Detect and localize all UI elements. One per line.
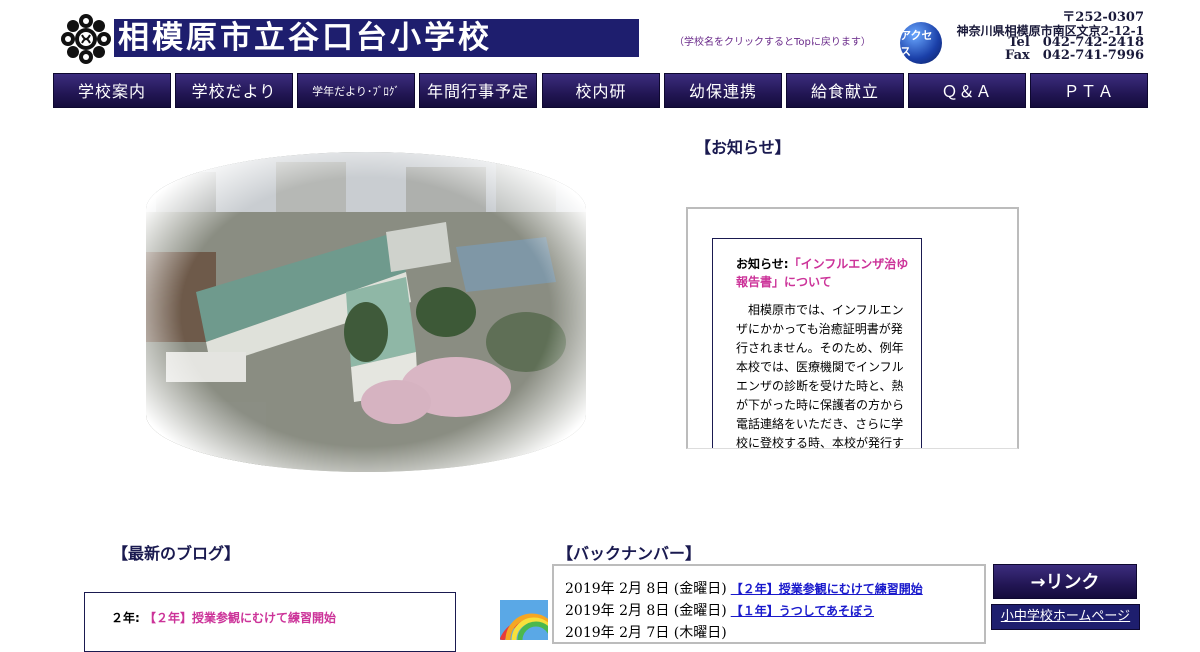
news-card: お知らせ:「インフルエンザ治ゆ報告書」について 相模原市では、インフルエンザにか… <box>712 238 922 449</box>
school-homepage-link[interactable]: 小中学校ホームページ <box>991 604 1140 630</box>
nav-lunch-menu[interactable]: 給食献立 <box>786 73 904 108</box>
rainbow-icon <box>499 600 561 642</box>
back-numbers-heading: 【バックナンバー】 <box>557 544 702 563</box>
latest-blog-box: ２年: 【２年】授業参観にむけて練習開始 <box>84 592 456 652</box>
back-date: 2019年 2月 8日 (金曜日) <box>565 603 727 619</box>
postal-code: 〒252-0307 <box>1062 10 1144 25</box>
back-title-link[interactable]: 【２年】授業参観にむけて練習開始 <box>731 582 923 596</box>
blog-entry: ２年: 【２年】授業参観にむけて練習開始 <box>111 609 336 626</box>
nav-preschool-cooperation[interactable]: 幼保連携 <box>664 73 782 108</box>
back-title-link[interactable]: 【１年】うつしてあそぼう <box>731 604 874 618</box>
main-nav: 学校案内 学校だより 学年だより･ﾌﾞﾛｸﾞ 年間行事予定 校内研 幼保連携 給… <box>53 73 1149 109</box>
news-heading: 【お知らせ】 <box>695 138 791 157</box>
blog-grade: ２年: <box>111 611 140 625</box>
list-item: 2019年 2月 7日 (木曜日) <box>565 622 984 642</box>
news-scroll-panel[interactable]: お知らせ:「インフルエンザ治ゆ報告書」について 相模原市では、インフルエンザにか… <box>686 207 1019 449</box>
back-date: 2019年 2月 7日 (木曜日) <box>565 625 727 641</box>
links-button[interactable]: →リンク <box>993 564 1137 599</box>
nav-pta[interactable]: ＰＴＡ <box>1030 73 1148 108</box>
fax-text: Fax 042-741-7996 <box>1005 47 1144 63</box>
news-label: お知らせ: <box>736 257 789 271</box>
school-address-block: 〒252-0307 神奈川県相模原市南区文京2-12-1 Tel 042-742… <box>948 10 1144 63</box>
nav-grade-blog[interactable]: 学年だより･ﾌﾞﾛｸﾞ <box>297 73 415 108</box>
back-numbers-list[interactable]: 2019年 2月 8日 (金曜日) 【２年】授業参観にむけて練習開始 2019年 … <box>552 564 986 644</box>
nav-in-school-research[interactable]: 校内研 <box>542 73 660 108</box>
list-item: 2019年 2月 8日 (金曜日) 【１年】うつしてあそぼう <box>565 600 984 622</box>
nav-school-info[interactable]: 学校案内 <box>53 73 171 108</box>
nav-annual-schedule[interactable]: 年間行事予定 <box>419 73 537 108</box>
news-title: お知らせ:「インフルエンザ治ゆ報告書」について <box>736 255 913 291</box>
access-label: アクセス <box>900 29 933 58</box>
access-button[interactable]: アクセス <box>900 22 942 64</box>
nav-school-newsletter[interactable]: 学校だより <box>175 73 293 108</box>
list-item: 2019年 2月 8日 (金曜日) 【２年】授業参観にむけて練習開始 <box>565 578 984 600</box>
nav-qa[interactable]: Ｑ＆Ａ <box>908 73 1026 108</box>
latest-blog-heading: 【最新のブログ】 <box>112 544 241 563</box>
school-emblem-icon <box>60 13 112 65</box>
school-name-link[interactable]: 相模原市立谷口台小学校 <box>114 19 639 57</box>
back-date: 2019年 2月 8日 (金曜日) <box>565 581 727 597</box>
news-body: 相模原市では、インフルエンザにかかっても治癒証明書が発行されません。そのため、例… <box>736 303 905 449</box>
home-hint-text: （学校名をクリックするとTopに戻ります） <box>674 37 871 48</box>
school-aerial-photo <box>146 152 586 472</box>
blog-title-link[interactable]: 【２年】授業参観にむけて練習開始 <box>144 611 336 625</box>
